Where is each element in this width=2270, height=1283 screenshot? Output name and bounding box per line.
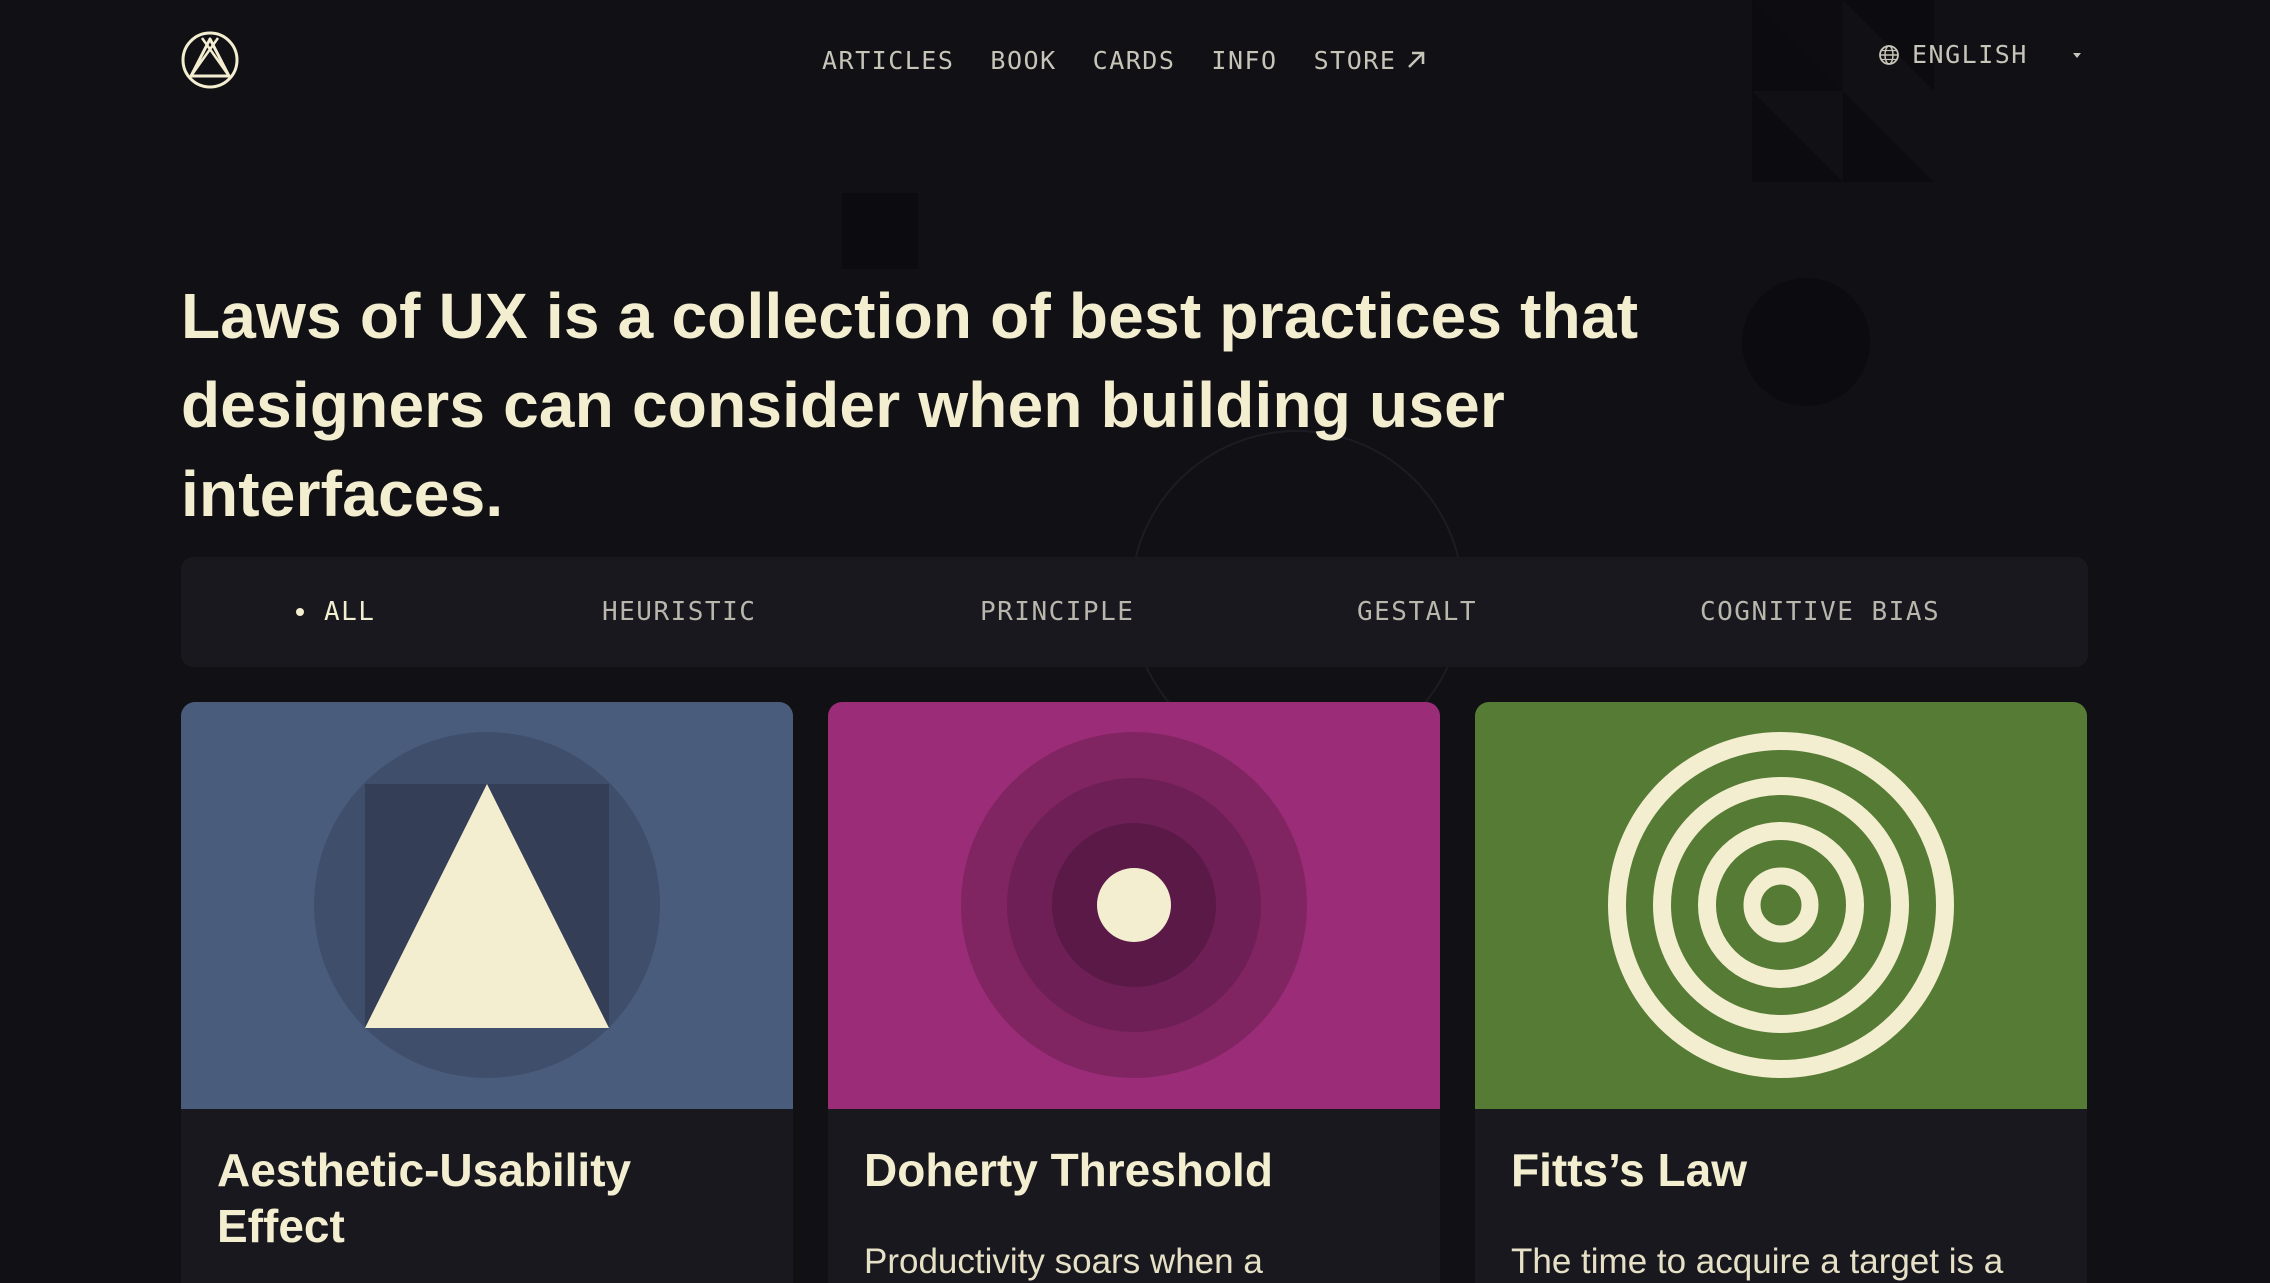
nav-cards[interactable]: CARDS	[1093, 40, 1176, 80]
nav-info[interactable]: INFO	[1211, 40, 1277, 80]
nav-book-label: BOOK	[990, 45, 1057, 75]
card-title: Aesthetic-Usability Effect	[217, 1144, 632, 1252]
card-title: Doherty Threshold	[864, 1144, 1273, 1196]
law-card-aesthetic-usability[interactable]: Aesthetic-Usability Effect	[181, 702, 793, 1283]
filter-cognitive-bias-label: COGNITIVE BIAS	[1700, 597, 1941, 627]
nav-articles[interactable]: ARTICLES	[822, 40, 954, 80]
language-selector[interactable]: ENGLISH	[1878, 40, 2084, 69]
language-label: ENGLISH	[1912, 40, 2028, 69]
law-card-fitts-law[interactable]: Fitts’s Law The time to acquire a target…	[1475, 702, 2087, 1283]
filter-principle-label: PRINCIPLE	[980, 597, 1135, 627]
globe-icon	[1879, 44, 1899, 65]
filter-all-label: ALL	[324, 597, 376, 627]
active-dot-icon	[296, 608, 304, 616]
filter-heuristic[interactable]: HEURISTIC	[602, 557, 756, 667]
hero-line-2: designers can consider when building use…	[181, 369, 1506, 530]
site-header: ARTICLES BOOK CARDS INFO STORE ENGLISH	[0, 0, 2270, 122]
chevron-down-icon	[2072, 52, 2081, 58]
filter-gestalt-label: GESTALT	[1357, 597, 1478, 627]
external-arrow-icon	[1408, 51, 1425, 68]
card-description: The time to acquire a target is a	[1511, 1242, 2004, 1281]
nav-articles-label: ARTICLES	[822, 45, 955, 75]
nav-store-label: STORE	[1313, 45, 1397, 75]
background-circle-shape	[1742, 278, 1870, 406]
background-square-shape	[842, 193, 918, 269]
filter-heuristic-label: HEURISTIC	[602, 597, 757, 627]
main-nav: ARTICLES BOOK CARDS INFO STORE	[822, 40, 1426, 80]
triangle-illustration-icon	[181, 702, 793, 1109]
hero-line-1: Laws of UX is a collection of best pract…	[181, 280, 1639, 352]
laws-of-ux-logo-icon[interactable]	[181, 31, 239, 89]
hero-heading: Laws of UX is a collection of best pract…	[181, 272, 1761, 539]
category-filter-bar: ALL HEURISTIC PRINCIPLE GESTALT COGNITIV…	[181, 557, 2088, 667]
nav-book[interactable]: BOOK	[990, 40, 1056, 80]
filter-cognitive-bias[interactable]: COGNITIVE BIAS	[1700, 557, 1940, 667]
filter-principle[interactable]: PRINCIPLE	[980, 557, 1134, 667]
card-title: Fitts’s Law	[1511, 1144, 1747, 1196]
nav-info-label: INFO	[1211, 45, 1278, 75]
target-rings-illustration-icon	[1475, 702, 2087, 1109]
concentric-dot-illustration-icon	[828, 702, 1440, 1109]
filter-gestalt[interactable]: GESTALT	[1357, 557, 1477, 667]
law-card-doherty-threshold[interactable]: Doherty Threshold Productivity soars whe…	[828, 702, 1440, 1283]
nav-cards-label: CARDS	[1092, 45, 1176, 75]
nav-store[interactable]: STORE	[1314, 40, 1427, 80]
filter-all[interactable]: ALL	[296, 557, 375, 667]
card-description: Productivity soars when a	[864, 1242, 1263, 1281]
